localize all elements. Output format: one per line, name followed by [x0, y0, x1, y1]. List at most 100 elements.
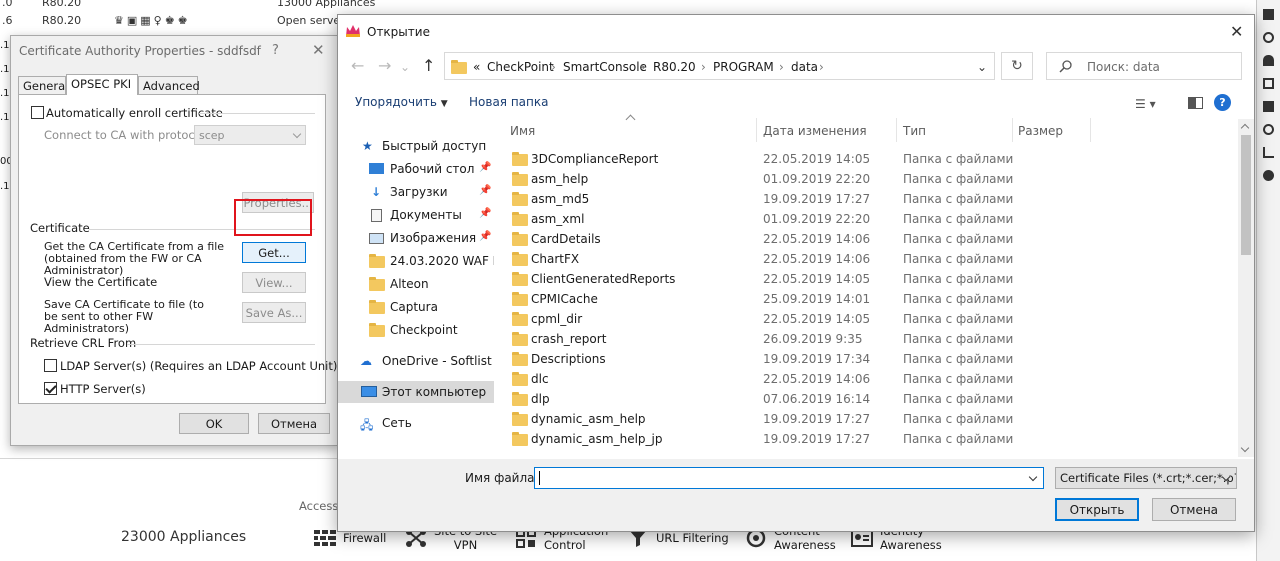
scroll-down-icon[interactable]: [1240, 443, 1250, 453]
chevron-down-icon[interactable]: ⌄: [977, 60, 987, 74]
breadcrumb-item[interactable]: PROGRAM: [713, 60, 774, 74]
nav-item-downloads[interactable]: ↓ Загрузки 📌: [338, 181, 494, 203]
cancel-button[interactable]: Отмена: [1152, 498, 1236, 521]
file-type-filter[interactable]: Certificate Files (*.crt;*.cer;*.p7b): [1055, 467, 1237, 489]
table-row[interactable]: CPMICache 25.09.2019 14:01 Папка с файлами: [498, 289, 1238, 309]
nav-item-folder[interactable]: Captura: [338, 296, 494, 318]
table-row[interactable]: dynamic_asm_help 19.09.2019 17:27 Папка с …: [498, 409, 1238, 429]
view-button[interactable]: View...: [242, 272, 306, 293]
table-row[interactable]: ChartFX 22.05.2019 14:06 Папка с файлами: [498, 249, 1238, 269]
get-button[interactable]: Get...: [242, 242, 306, 263]
table-row[interactable]: dynamic_asm_help_jp 19.09.2019 17:27 Папка…: [498, 429, 1238, 449]
file-date: 22.05.2019 14:06: [763, 252, 871, 266]
table-row[interactable]: 3DComplianceReport 22.05.2019 14:05 Папка …: [498, 149, 1238, 169]
file-list-header: Имя Дата изменения Тип Размер: [498, 118, 1238, 142]
ok-button[interactable]: OK: [179, 413, 249, 434]
clock-icon[interactable]: [1263, 124, 1274, 135]
chevron-down-icon[interactable]: ⌄: [400, 60, 410, 74]
table-row[interactable]: dlc 22.05.2019 14:06 Папка с файлами: [498, 369, 1238, 389]
close-icon[interactable]: ✕: [1230, 22, 1243, 41]
nav-item-folder[interactable]: Alteon: [338, 273, 494, 295]
preview-pane-icon[interactable]: [1188, 97, 1203, 109]
view-options-icon[interactable]: ☰ ▾: [1135, 97, 1156, 111]
file-name: crash_report: [531, 332, 607, 346]
table-row[interactable]: asm_xml 01.09.2019 22:20 Папка с файлами: [498, 209, 1238, 229]
column-size[interactable]: Размер: [1018, 124, 1063, 138]
globe-icon[interactable]: [1263, 170, 1274, 181]
save-as-button[interactable]: Save As...: [242, 302, 306, 323]
log-icon[interactable]: [1263, 101, 1274, 112]
auto-enroll-checkbox[interactable]: [31, 106, 44, 119]
chevron-down-icon: [292, 129, 302, 139]
nav-item-images[interactable]: Изображения 📌: [338, 227, 494, 249]
nav-item-desktop[interactable]: Рабочий стол 📌: [338, 158, 494, 180]
open-button[interactable]: Открыть: [1055, 498, 1139, 521]
table-row[interactable]: dlp 07.06.2019 16:14 Папка с файлами: [498, 389, 1238, 409]
nav-item-documents[interactable]: Документы 📌: [338, 204, 494, 226]
organize-menu[interactable]: Упорядочить ▼: [355, 95, 448, 109]
table-row[interactable]: ClientGeneratedReports 22.05.2019 14:05 Па…: [498, 269, 1238, 289]
nav-item-folder[interactable]: Checkpoint: [338, 319, 494, 341]
breadcrumb-overflow[interactable]: «: [473, 60, 480, 74]
gear-icon[interactable]: [1263, 32, 1274, 43]
table-row[interactable]: Descriptions 19.09.2019 17:34 Папка с файл…: [498, 349, 1238, 369]
address-bar[interactable]: « CheckPoint › SmartConsole › R80.20 › P…: [444, 52, 995, 80]
search-input[interactable]: Поиск: data: [1046, 52, 1242, 80]
column-divider[interactable]: [1090, 118, 1091, 142]
nav-item-this-pc[interactable]: Этот компьютер: [338, 381, 494, 403]
help-icon[interactable]: ?: [1214, 94, 1231, 111]
file-type: Папка с файлами: [903, 212, 1014, 226]
chevron-down-icon[interactable]: [1028, 472, 1038, 482]
breadcrumb-item[interactable]: R80.20: [653, 60, 696, 74]
tab-advanced[interactable]: Advanced: [138, 76, 200, 94]
protocol-select[interactable]: scep: [194, 125, 306, 145]
user-icon[interactable]: [1263, 55, 1274, 66]
pin-icon[interactable]: 📌: [479, 208, 491, 219]
new-folder-button[interactable]: Новая папка: [469, 95, 548, 109]
column-type[interactable]: Тип: [903, 124, 926, 138]
forward-icon[interactable]: →: [378, 56, 391, 75]
column-divider[interactable]: [896, 118, 897, 142]
tools-icon[interactable]: [1263, 147, 1274, 158]
cancel-button[interactable]: Отмена: [258, 413, 330, 434]
dialog-title: Открытие: [367, 25, 430, 39]
breadcrumb-item[interactable]: SmartConsole: [563, 60, 647, 74]
column-divider[interactable]: [756, 118, 757, 142]
breadcrumb-item[interactable]: CheckPoint: [487, 60, 554, 74]
ldap-checkbox[interactable]: [44, 359, 57, 372]
close-icon[interactable]: ✕: [312, 41, 325, 59]
up-icon[interactable]: ↑: [422, 56, 435, 75]
http-checkbox[interactable]: [44, 382, 57, 395]
file-type: Папка с файлами: [903, 172, 1014, 186]
table-row[interactable]: asm_help 01.09.2019 22:20 Папка с файлами: [498, 169, 1238, 189]
tab-opsec-pki[interactable]: OPSEC PKI: [66, 74, 138, 95]
nav-item-folder[interactable]: 24.03.2020 WAF DDoS: [338, 250, 494, 272]
back-icon[interactable]: ←: [351, 56, 364, 75]
table-row[interactable]: cpml_dir 22.05.2019 14:05 Папка с файлами: [498, 309, 1238, 329]
table-row[interactable]: CardDetails 22.05.2019 14:06 Папка с файла…: [498, 229, 1238, 249]
column-divider[interactable]: [1012, 118, 1013, 142]
pin-icon[interactable]: 📌: [479, 162, 491, 173]
table-row[interactable]: .6 R80.20 ♛▣▦♀♚♚ Open server: [0, 12, 345, 30]
breadcrumb-item[interactable]: data: [791, 60, 818, 74]
nav-item-quick-access[interactable]: ★ Быстрый доступ: [338, 135, 494, 157]
help-button[interactable]: ?: [272, 43, 279, 58]
table-row[interactable]: .0 R80.20 13000 Appliances: [0, 0, 375, 12]
tab-general[interactable]: General: [18, 76, 68, 94]
column-name[interactable]: Имя: [510, 124, 535, 138]
table-row[interactable]: crash_report 26.09.2019 9:35 Папка с файла…: [498, 329, 1238, 349]
nav-item-network[interactable]: 🖧 Сеть: [338, 412, 494, 434]
folder-icon: [512, 332, 528, 346]
pin-icon[interactable]: 📌: [479, 231, 491, 242]
pin-icon[interactable]: 📌: [479, 185, 491, 196]
object-icon[interactable]: [1263, 78, 1274, 89]
vertical-scrollbar[interactable]: [1238, 119, 1254, 457]
refresh-icon[interactable]: ↻: [1001, 52, 1033, 80]
filename-input[interactable]: [534, 467, 1044, 489]
scrollbar-thumb[interactable]: [1241, 135, 1251, 255]
scroll-up-icon[interactable]: [1240, 123, 1250, 133]
table-row[interactable]: asm_md5 19.09.2019 17:27 Папка с файлами: [498, 189, 1238, 209]
column-date[interactable]: Дата изменения: [763, 124, 867, 138]
grid-icon[interactable]: [1263, 9, 1274, 20]
nav-item-onedrive[interactable]: ☁ OneDrive - Softlist LLC: [338, 350, 494, 372]
